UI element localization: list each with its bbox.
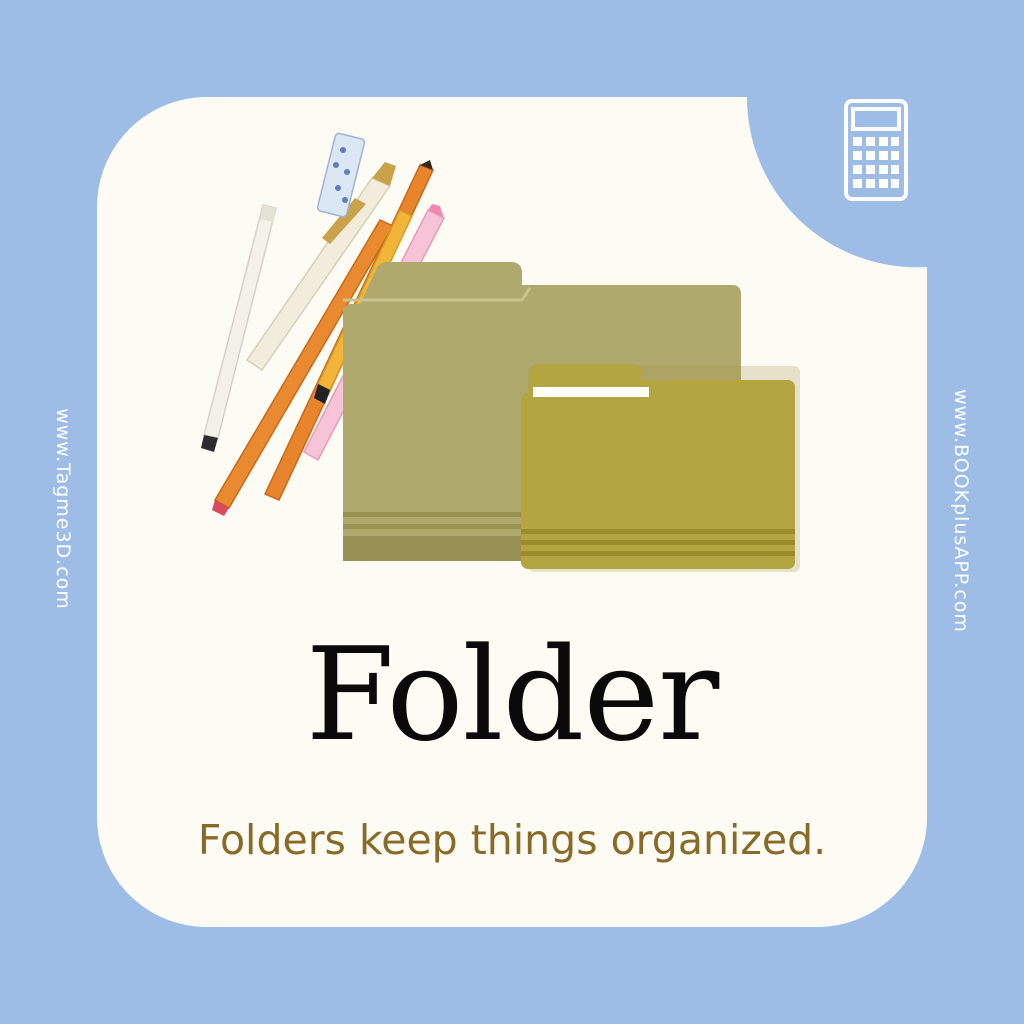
folders-and-pencils-illustration: [201, 132, 800, 572]
front-folder: [521, 364, 800, 572]
card-title: Folder: [305, 621, 720, 770]
card-subtitle: Folders keep things organized.: [197, 816, 827, 864]
side-text-right: www.BOOKplusAPP.com: [950, 389, 972, 633]
side-text-left: www.Tagme3D.com: [52, 408, 74, 610]
